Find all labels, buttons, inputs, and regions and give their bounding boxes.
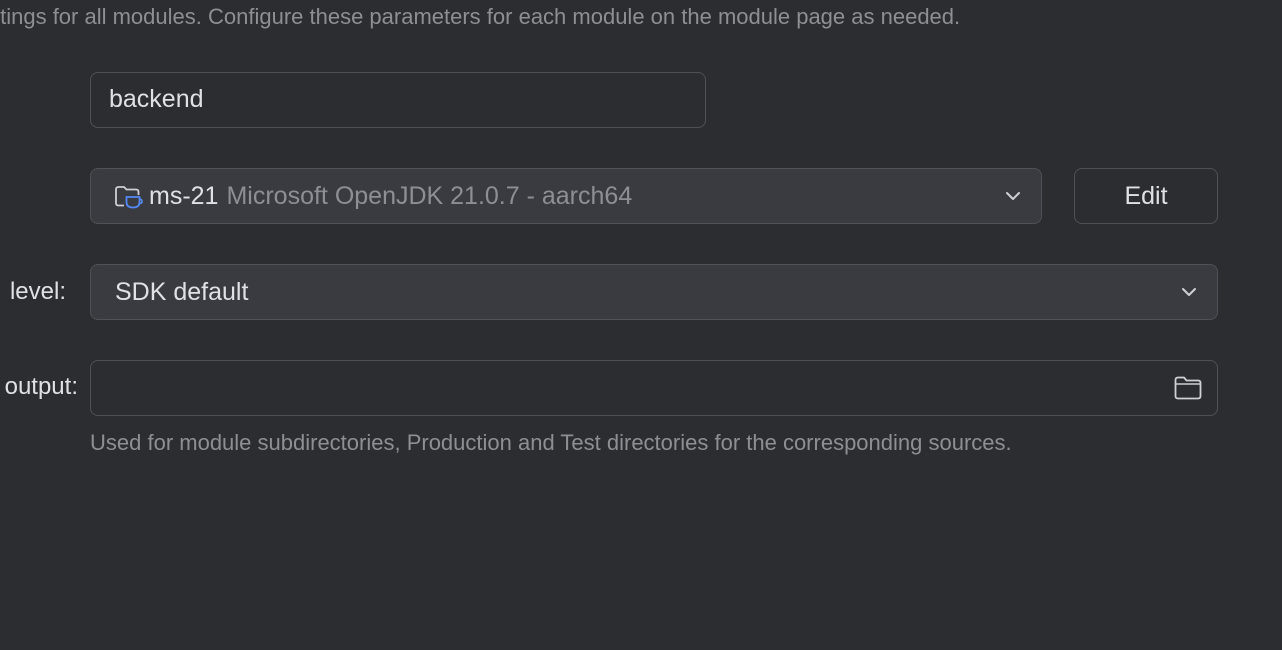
language-level-dropdown[interactable]: SDK default	[90, 264, 1218, 320]
compiler-output-field-container	[90, 360, 1218, 416]
name-input[interactable]	[91, 73, 669, 126]
module-sdk-folder-icon	[115, 186, 143, 209]
chevron-down-icon	[1182, 288, 1196, 296]
project-structure-settings-panel: ttings for all modules. Configure these …	[0, 0, 1282, 650]
sdk-name: ms-21	[149, 181, 219, 210]
name-field-container	[90, 72, 706, 128]
panel-description: ttings for all modules. Configure these …	[0, 4, 961, 29]
compiler-output-label: output:	[4, 373, 78, 400]
edit-sdk-button[interactable]: Edit	[1074, 168, 1218, 224]
sdk-detail: Microsoft OpenJDK 21.0.7 - aarch64	[226, 181, 633, 210]
chevron-down-icon	[1006, 192, 1020, 200]
language-level-value: SDK default	[115, 277, 249, 306]
sdk-dropdown[interactable]: ms-21 Microsoft OpenJDK 21.0.7 - aarch64	[90, 168, 1042, 224]
compiler-output-input[interactable]	[91, 361, 1149, 414]
compiler-output-hint: Used for module subdirectories, Producti…	[90, 430, 1012, 455]
language-level-label: level:	[9, 278, 66, 305]
folder-icon[interactable]	[1173, 374, 1203, 402]
